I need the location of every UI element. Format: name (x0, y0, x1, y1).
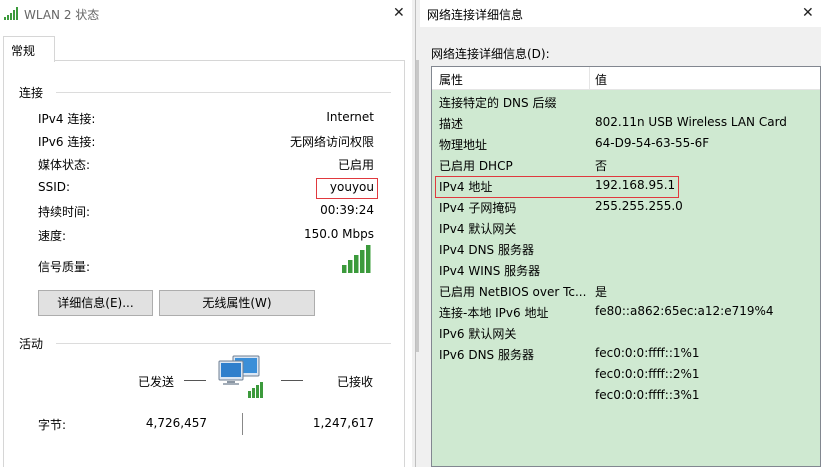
received-label: 已接收 (337, 375, 374, 389)
bytes-sent-value: 4,726,457 (145, 416, 207, 430)
tab-panel: 连接 IPv4 连接: Internet IPv6 连接: 无网络访问权限 媒体… (3, 60, 405, 467)
list-item[interactable]: IPv4 DNS 服务器 (432, 238, 820, 259)
speed-value: 150.0 Mbps (303, 227, 374, 241)
value-cell: 否 (595, 159, 608, 173)
ipv4-connection-value: Internet (326, 110, 374, 124)
list-item[interactable]: fec0:0:0:ffff::3%1 (432, 385, 820, 406)
list-item[interactable]: 描述 802.11n USB Wireless LAN Card (432, 112, 820, 133)
details-list[interactable]: 属性 值 连接特定的 DNS 后缀 描述 802.11n USB Wireless… (431, 66, 821, 467)
signal-strength-icon (342, 245, 372, 276)
network-computer-icon (217, 355, 267, 402)
network-details-window: 网络连接详细信息 ✕ 网络连接详细信息(D): 属性 值 连接特定的 DNS 后… (420, 0, 821, 467)
ipv6-connection-value: 无网络访问权限 (289, 135, 374, 149)
bytes-separator (242, 413, 243, 435)
property-cell: IPv6 DNS 服务器 (439, 348, 534, 362)
bytes-label: 字节: (38, 418, 67, 432)
list-item[interactable]: fec0:0:0:ffff::2%1 (432, 364, 820, 385)
window-divider (412, 0, 420, 467)
list-item[interactable]: IPv4 子网掩码 255.255.255.0 (432, 196, 820, 217)
speed-label: 速度: (38, 229, 67, 243)
property-cell: IPv4 WINS 服务器 (439, 264, 541, 278)
list-item[interactable]: 已启用 NetBIOS over Tc... 是 (432, 280, 820, 301)
list-item[interactable]: 连接-本地 IPv6 地址 fe80::a862:65ec:a12:e719%4 (432, 301, 820, 322)
property-cell: 连接-本地 IPv6 地址 (439, 306, 549, 320)
value-cell: 802.11n USB Wireless LAN Card (595, 115, 787, 129)
title-bar: WLAN 2 状态 ✕ (0, 0, 412, 27)
close-icon[interactable]: ✕ (393, 5, 405, 21)
ipv4-address-highlight-box (435, 176, 679, 198)
value-cell: fec0:0:0:ffff::2%1 (595, 367, 700, 381)
list-item[interactable]: IPv4 默认网关 (432, 217, 820, 238)
ssid-label: SSID: (38, 180, 71, 194)
bytes-received-value: 1,247,617 (312, 416, 374, 430)
property-cell: 已启用 NetBIOS over Tc... (439, 285, 587, 299)
window-title: 网络连接详细信息 (427, 8, 524, 22)
property-cell: IPv4 默认网关 (439, 222, 517, 236)
sent-line (184, 380, 206, 381)
connection-heading: 连接 (19, 86, 44, 100)
value-cell: 64-D9-54-63-55-6F (595, 136, 710, 150)
list-item[interactable]: IPv6 默认网关 (432, 322, 820, 343)
details-button[interactable]: 详细信息(E)... (38, 290, 153, 316)
column-header-value[interactable]: 值 (595, 71, 607, 88)
list-item[interactable]: 物理地址 64-D9-54-63-55-6F (432, 133, 820, 154)
column-header-property[interactable]: 属性 (439, 71, 463, 88)
property-cell: 物理地址 (439, 138, 488, 152)
media-state-value: 已启用 (337, 158, 374, 172)
property-cell: 描述 (439, 117, 464, 131)
duration-value: 00:39:24 (320, 203, 374, 217)
property-cell: IPv6 默认网关 (439, 327, 517, 341)
scrollbar-thumb[interactable] (416, 60, 419, 352)
list-header: 属性 值 (432, 67, 820, 90)
received-line (281, 380, 303, 381)
ssid-value: youyou (329, 180, 374, 194)
value-cell: fec0:0:0:ffff::3%1 (595, 388, 700, 402)
tab-strip: 常规 (0, 36, 412, 62)
sent-label: 已发送 (138, 375, 175, 389)
details-caption: 网络连接详细信息(D): (431, 47, 550, 61)
property-cell: 已启用 DHCP (439, 159, 513, 173)
duration-label: 持续时间: (38, 205, 91, 219)
list-item[interactable]: 连接特定的 DNS 后缀 (432, 91, 820, 112)
list-item[interactable]: 已启用 DHCP 否 (432, 154, 820, 175)
value-cell: fe80::a862:65ec:a12:e719%4 (595, 304, 774, 318)
property-cell: 连接特定的 DNS 后缀 (439, 96, 557, 110)
wlan-status-window: WLAN 2 状态 ✕ 常规 连接 IPv4 连接: Internet IPv6… (0, 0, 412, 467)
signal-quality-label: 信号质量: (38, 260, 91, 274)
list-item[interactable]: IPv4 WINS 服务器 (432, 259, 820, 280)
column-separator[interactable] (589, 67, 590, 90)
ipv6-connection-label: IPv6 连接: (38, 135, 96, 149)
list-item[interactable]: IPv6 DNS 服务器 fec0:0:0:ffff::1%1 (432, 343, 820, 364)
media-state-label: 媒体状态: (38, 158, 91, 172)
wireless-properties-button[interactable]: 无线属性(W) (159, 290, 315, 316)
value-cell: 是 (595, 285, 608, 299)
close-icon[interactable]: ✕ (802, 5, 814, 21)
title-bar: 网络连接详细信息 ✕ (420, 0, 821, 27)
divider (56, 343, 391, 344)
property-cell: IPv4 子网掩码 (439, 201, 517, 215)
wifi-signal-icon (4, 7, 20, 23)
tab-general[interactable]: 常规 (3, 36, 55, 62)
value-cell: fec0:0:0:ffff::1%1 (595, 346, 700, 360)
window-title: WLAN 2 状态 (24, 8, 100, 22)
activity-heading: 活动 (19, 337, 44, 351)
ipv4-connection-label: IPv4 连接: (38, 112, 96, 126)
property-cell: IPv4 DNS 服务器 (439, 243, 534, 257)
divider (56, 92, 391, 93)
value-cell: 255.255.255.0 (595, 199, 683, 213)
